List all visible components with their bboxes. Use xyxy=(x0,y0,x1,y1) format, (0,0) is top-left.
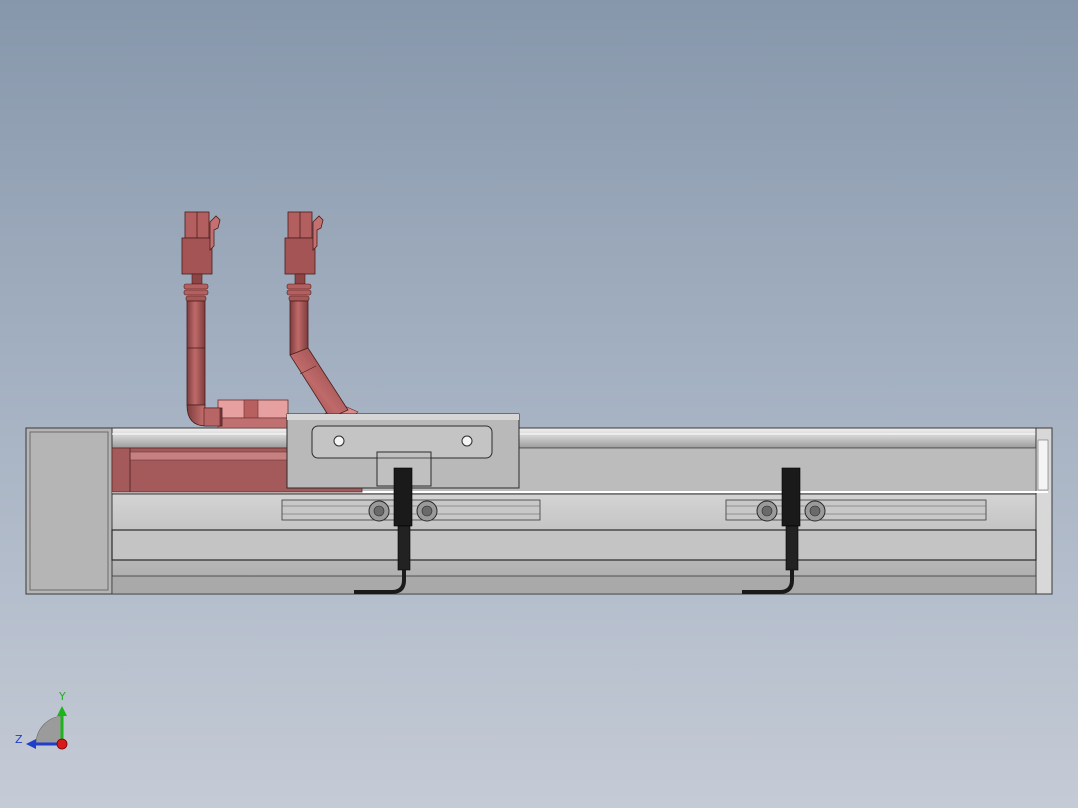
cad-viewport[interactable]: Y Z xyxy=(0,0,1078,808)
y-axis-label: Y xyxy=(58,690,66,703)
guide-rail xyxy=(111,427,1049,449)
left-pneumatic-fitting xyxy=(181,211,223,427)
triad-origin xyxy=(56,738,68,750)
left-end-cap xyxy=(25,427,113,595)
mounting-hole-left xyxy=(333,435,345,447)
orientation-triad: Y Z xyxy=(15,690,68,750)
right-pneumatic-fitting xyxy=(284,211,349,419)
cad-scene[interactable]: Y Z xyxy=(0,0,1078,808)
z-axis-label: Z xyxy=(15,733,23,746)
mounting-hole-right xyxy=(461,435,473,447)
triad-arc xyxy=(35,715,63,745)
